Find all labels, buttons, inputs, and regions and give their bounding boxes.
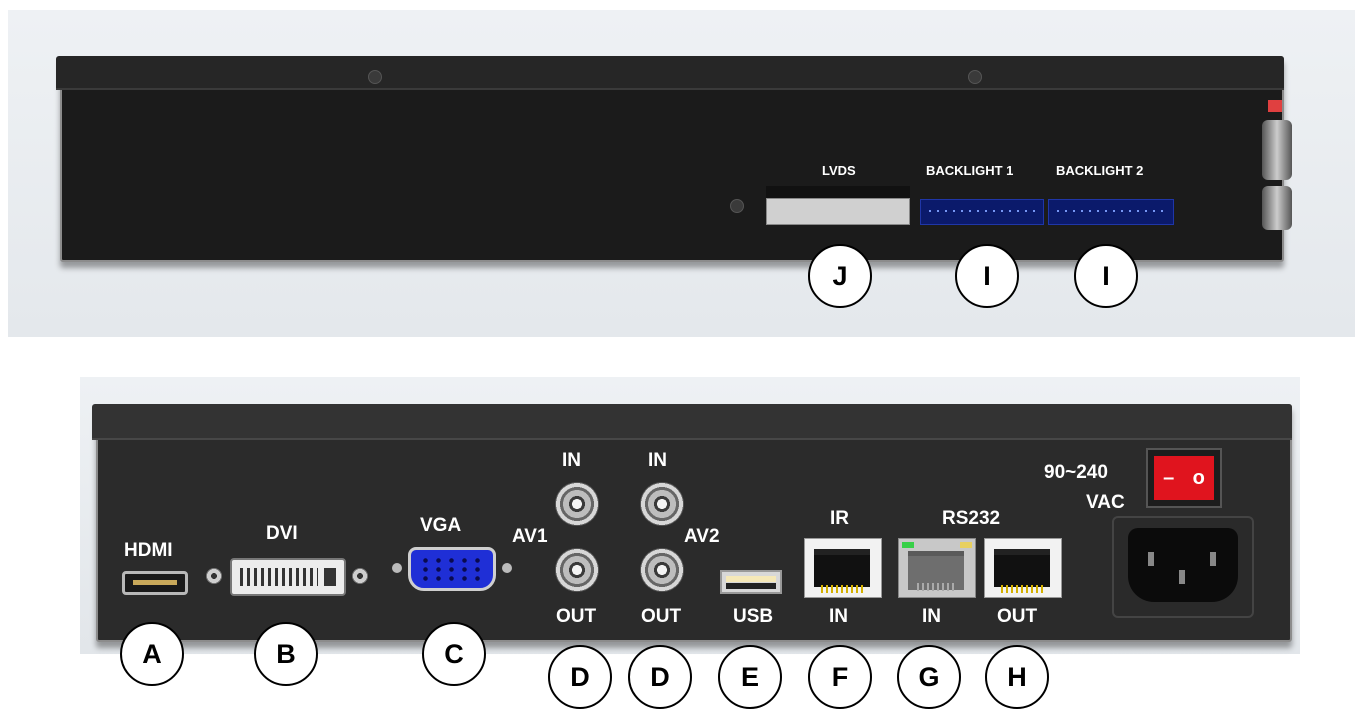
av2-in-bnc-connector [640,482,684,526]
callout-i: I [1074,244,1138,308]
dvi-screw [352,568,368,584]
vga-screw [502,563,512,573]
rear-panel-lid [92,404,1292,440]
power-switch[interactable]: – o [1154,456,1214,500]
dvi-label: DVI [266,523,298,544]
callout-h: H [985,645,1049,709]
callout-g: G [897,645,961,709]
vga-screw [392,563,402,573]
ir-label: IR [830,508,849,529]
hdmi-port [122,571,188,595]
callout-f: F [808,645,872,709]
av1-label: AV1 [512,526,548,547]
side-bnc-connector [1262,120,1292,180]
hdmi-label: HDMI [124,540,173,561]
lvds-connector [766,198,910,225]
usb-port [720,570,782,594]
callout-d: D [548,645,612,709]
rs232-out-label: OUT [997,606,1038,627]
screw [730,199,744,213]
vga-label: VGA [420,515,462,536]
backlight2-label: BACKLIGHT 2 [1056,163,1144,178]
rs232-in-port [898,538,976,598]
callout-a: A [120,622,184,686]
power-voltage-label: 90~240 [1044,462,1108,483]
dvi-port [230,558,346,596]
ir-in-label: IN [829,606,848,627]
av2-out-bnc-connector [640,548,684,592]
av2-out-label: OUT [641,606,682,627]
dvi-screw [206,568,222,584]
side-connector-red [1268,100,1282,112]
callout-b: B [254,622,318,686]
callout-e: E [718,645,782,709]
rs232-label: RS232 [942,508,1001,529]
backlight1-label: BACKLIGHT 1 [926,163,1014,178]
av1-out-bnc-connector [555,548,599,592]
rs232-out-port [984,538,1062,598]
screw [368,70,382,84]
usb-label: USB [733,606,774,627]
screw [968,70,982,84]
lvds-connector-shroud [766,186,910,198]
callout-d: D [628,645,692,709]
av1-in-bnc-connector [555,482,599,526]
av2-in-label: IN [648,450,667,471]
ac-power-inlet [1112,516,1254,618]
av1-in-label: IN [562,450,581,471]
rs232-in-label: IN [922,606,941,627]
side-bnc-connector [1262,186,1292,230]
callout-i: I [955,244,1019,308]
ir-port [804,538,882,598]
vga-port [408,547,496,591]
callout-j: J [808,244,872,308]
backlight1-connector [920,199,1044,225]
power-vac-label: VAC [1086,492,1125,513]
power-switch-off-mark: o [1192,466,1205,489]
callout-c: C [422,622,486,686]
av1-out-label: OUT [556,606,597,627]
backlight2-connector [1048,199,1174,225]
lvds-label: LVDS [822,163,856,178]
power-switch-on-mark: – [1163,466,1175,489]
av2-label: AV2 [684,526,720,547]
side-panel-lid [56,56,1284,90]
power-switch-housing: – o [1146,448,1222,508]
